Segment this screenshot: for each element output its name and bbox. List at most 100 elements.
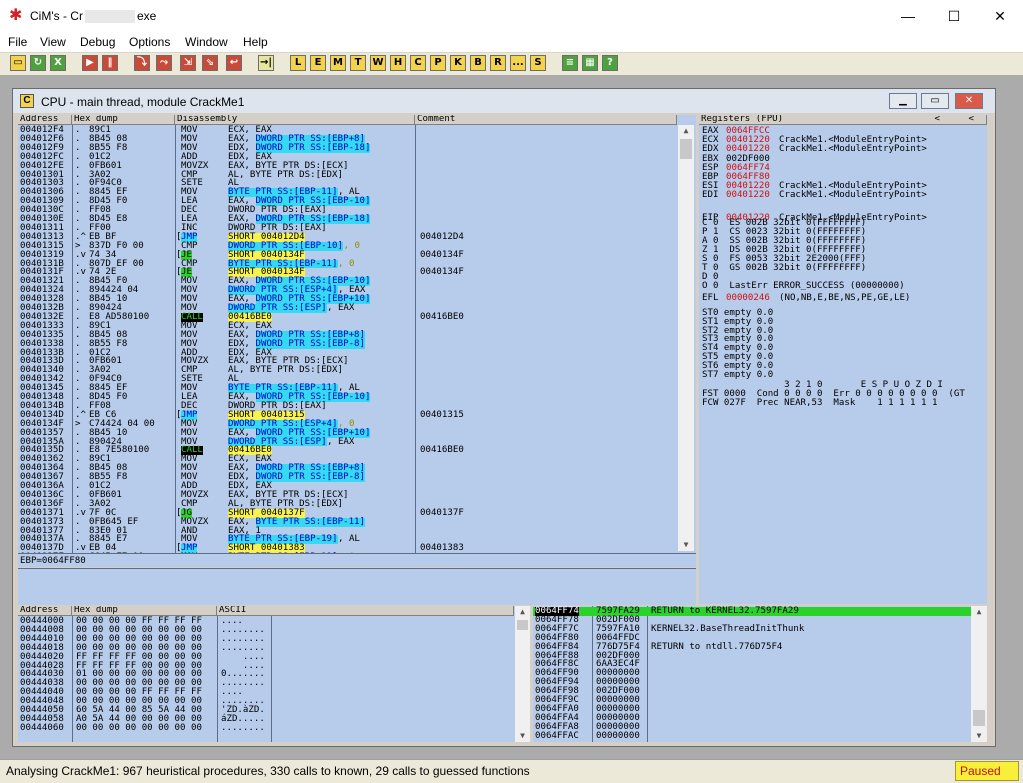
cpu-window-icon: C [20, 94, 34, 108]
dump-address: 00444060 [20, 722, 64, 733]
dump-header-address[interactable]: Address [18, 606, 72, 616]
menu-help[interactable]: Help [243, 35, 268, 49]
disasm-header-address[interactable]: Address [18, 115, 72, 125]
disasm-row[interactable]: 0040133D. 0FB601 MOVZX EAX, BYTE PTR DS:[E… [18, 357, 678, 366]
toolbar-runtrace-button[interactable]: ... [510, 55, 526, 71]
goto-icon[interactable]: →| [258, 55, 274, 71]
register-value: 00401220 [726, 190, 770, 201]
toolbar-log-button[interactable]: L [290, 55, 306, 71]
menu-window[interactable]: Window [185, 35, 228, 49]
disasm-row[interactable]: 0040136C. 0FB601 MOVZX EAX, BYTE PTR DS:[E… [18, 490, 678, 500]
step-over-icon[interactable]: ⤳ [156, 55, 172, 71]
disassembly-pane[interactable]: Address Hex dump Disassembly Comment 004… [18, 115, 696, 567]
olly-bug-icon: ✱ [9, 7, 23, 24]
scroll-down-icon[interactable]: ▼ [971, 730, 987, 742]
toolbar-handles-button[interactable]: H [390, 55, 406, 71]
toolbar-cpu-button[interactable]: C [410, 55, 426, 71]
disasm-header-disassembly[interactable]: Disassembly [175, 115, 415, 125]
grid-icon[interactable]: ▦ [582, 55, 598, 71]
disasm-row[interactable]: 0040135D. E8 7E580100 CALL 00416BE0 00416BE… [18, 445, 678, 456]
scroll-down-icon[interactable]: ▼ [515, 730, 530, 742]
registers-pane[interactable]: Registers (FPU) < < EAX 0064FFCC ECX 00401220… [699, 115, 987, 604]
scroll-thumb[interactable] [973, 710, 985, 726]
dump-header-hexdump[interactable]: Hex dump [72, 606, 217, 616]
status-badge: Paused [955, 761, 1019, 781]
disasm-scrollbar[interactable]: ▲ ▼ [678, 125, 694, 551]
scroll-up-icon[interactable]: ▲ [678, 125, 694, 137]
dump-header-ascii[interactable]: ASCII [217, 606, 514, 616]
disasm-row[interactable]: 0040131B. 807D EF 00 CMP BYTE PTR SS:[EBP-… [18, 259, 678, 269]
scroll-down-icon[interactable]: ▼ [678, 539, 694, 551]
restart-icon[interactable]: ↻ [30, 55, 46, 71]
status-bar: Analysing CrackMe1: 967 heuristical proc… [0, 759, 1023, 783]
stack-row[interactable]: 0064FFAC 00000000 [533, 731, 971, 741]
disasm-operand-memref: BYTE PTR SS:[EBP-11] [255, 516, 365, 527]
disasm-header-hexdump[interactable]: Hex dump [72, 115, 175, 125]
disasm-row[interactable]: 00401315 > 837D F0 00 CMP DWORD PTR SS:[EBP… [18, 241, 678, 251]
list-icon[interactable]: ≡ [562, 55, 578, 71]
disasm-header-comment[interactable]: Comment [415, 115, 677, 125]
disasm-comment: 0040137F [420, 507, 464, 518]
scroll-up-icon[interactable]: ▲ [515, 606, 530, 618]
close-button[interactable]: ✕ [978, 4, 1022, 28]
cpu-minimize-button[interactable]: ▁ [889, 93, 917, 109]
menu-options[interactable]: Options [129, 35, 170, 49]
disasm-row[interactable]: 0040130E. 8D45 E8 LEA EAX, DWORD PTR SS:[E… [18, 214, 678, 224]
disasm-row[interactable]: 0040137A. 8845 E7 MOV BYTE PTR SS:[EBP-19]… [18, 535, 678, 545]
stack-pane[interactable]: 0064FF74 7597FA29 RETURN to KERNEL32.7597F… [533, 606, 987, 742]
dump-ascii: ........ [221, 722, 265, 733]
disasm-operand: AL, BYTE PTR DS:[EDX] [228, 365, 343, 376]
stack-scrollbar[interactable]: ▲ ▼ [971, 606, 987, 742]
disasm-row[interactable]: 00401309. 8D45 F0 LEA EAX, DWORD PTR SS:[E… [18, 197, 678, 207]
chevron-left-icon[interactable]: < [935, 115, 940, 124]
disasm-row[interactable]: 0040134B. FF08 DEC DWORD PTR DS:[EAX] [18, 401, 678, 411]
close-icon[interactable]: X [50, 55, 66, 71]
toolbar-references-button[interactable]: R [490, 55, 506, 71]
toolbar-threads-button[interactable]: T [350, 55, 366, 71]
minimize-button[interactable]: — [886, 4, 930, 28]
disasm-row[interactable]: 004012FE. 0FB601 MOVZX EAX, BYTE PTR DS:[E… [18, 161, 678, 171]
disasm-operand: , EAX [327, 436, 355, 447]
disasm-comment: 004012D4 [420, 231, 464, 242]
execute-till-return-icon[interactable]: ↩ [226, 55, 242, 71]
disasm-row[interactable]: 0040132E. E8 AD580100 CALL 00416BE0 00416BE… [18, 312, 678, 322]
stack-comment: RETURN to ntdll.776D75F4 [651, 641, 783, 652]
disasm-row[interactable]: 00401367. 8B55 F8 MOV EDX, DWORD PTR SS:[E… [18, 473, 678, 482]
toolbar-patches-button[interactable]: P [430, 55, 446, 71]
toolbar-callstack-button[interactable]: K [450, 55, 466, 71]
toolbar-breakpoints-button[interactable]: B [470, 55, 486, 71]
disasm-row[interactable]: 004012F9. 8B55 F8 MOV EDX, DWORD PTR SS:[E… [18, 143, 678, 153]
scroll-up-icon[interactable]: ▲ [971, 606, 987, 618]
menu-view[interactable]: View [40, 35, 66, 49]
dump-scrollbar[interactable]: ▲ ▼ [515, 606, 530, 742]
disasm-row[interactable]: 0040136F. 3A02 CMP AL, BYTE PTR DS:[EDX] [18, 499, 678, 509]
toolbar-memory-button[interactable]: M [330, 55, 346, 71]
efl-label: EFL [702, 293, 719, 303]
toolbar-executables-button[interactable]: E [310, 55, 326, 71]
disasm-row[interactable]: 00401311. FF00 INC DWORD PTR DS:[EAX] [18, 223, 678, 233]
disasm-row[interactable]: 00401348. 8D45 F0 LEA EAX, DWORD PTR SS:[E… [18, 392, 678, 402]
mdi-area: C CPU - main thread, module CrackMe1 ▁ ▭… [0, 75, 1018, 757]
dump-pane[interactable]: Address Hex dump ASCII 00444000 00 00 00 … [18, 606, 530, 742]
disasm-row[interactable]: 00401338. 8B55 F8 MOV EDX, DWORD PTR SS:[E… [18, 339, 678, 349]
open-icon[interactable]: ▭ [10, 55, 26, 71]
step-into-icon[interactable]: ⤵ [134, 55, 150, 71]
chevron-left-icon[interactable]: < [969, 115, 974, 124]
fpu-status: FCW 027F Prec NEAR,53 Mask 1 1 1 1 1 1 [702, 398, 938, 409]
help-icon[interactable]: ? [602, 55, 618, 71]
toolbar-source-button[interactable]: S [530, 55, 546, 71]
disasm-comment: 00416BE0 [420, 445, 464, 456]
trace-over-icon[interactable]: ⇘ [202, 55, 218, 71]
scroll-thumb[interactable] [680, 139, 692, 159]
menu-file[interactable]: File [8, 35, 27, 49]
trace-into-icon[interactable]: ⇲ [180, 55, 196, 71]
registers-header[interactable]: Registers (FPU) < < [699, 115, 987, 125]
maximize-button[interactable]: ☐ [932, 4, 976, 28]
run-icon[interactable]: ▶ [82, 55, 98, 71]
scroll-thumb[interactable] [517, 620, 528, 630]
cpu-close-button[interactable]: ✕ [955, 93, 983, 109]
toolbar-windows-button[interactable]: W [370, 55, 386, 71]
pause-icon[interactable]: ‖ [102, 55, 118, 71]
menu-debug[interactable]: Debug [80, 35, 115, 49]
cpu-restore-button[interactable]: ▭ [921, 93, 949, 109]
